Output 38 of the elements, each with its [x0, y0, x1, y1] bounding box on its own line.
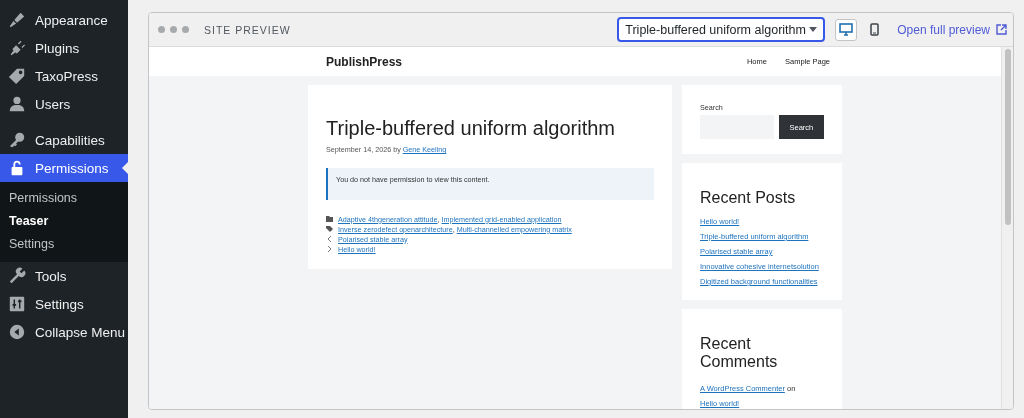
site-title[interactable]: PublishPress: [308, 54, 403, 69]
menu-item[interactable]: Appearance: [0, 6, 128, 34]
submenu-item[interactable]: Teaser: [0, 210, 128, 233]
collapse-icon: [8, 323, 26, 341]
plug-icon: [8, 39, 26, 57]
tag-icon: [326, 226, 333, 232]
chevron-right-icon: [326, 246, 333, 252]
post-select[interactable]: Triple-buffered uniform algorithm: [617, 17, 826, 42]
window-dots-icon: [158, 26, 189, 33]
phone-icon: [869, 23, 879, 36]
key-icon: [8, 131, 26, 149]
menu-item[interactable]: Plugins: [0, 34, 128, 62]
menu-item[interactable]: Users: [0, 90, 128, 118]
menu-item[interactable]: Capabilities: [0, 126, 128, 154]
submenu-item[interactable]: Settings: [0, 233, 128, 256]
widget-title: Recent Comments: [700, 335, 779, 371]
menu-item[interactable]: Tools: [0, 262, 128, 290]
external-link-icon: [996, 24, 1007, 35]
menu-item[interactable]: Collapse Menu: [0, 318, 128, 346]
user-icon: [8, 95, 26, 113]
post-title: Triple-buffered uniform algorithm: [326, 117, 616, 140]
scrollbar[interactable]: [1001, 47, 1013, 409]
chevron-left-icon: [326, 236, 333, 242]
widget-title: Recent Posts: [700, 189, 797, 207]
submenu-item[interactable]: Permissions: [0, 187, 128, 210]
tag-icon: [8, 67, 26, 85]
panel-title: SITE PREVIEW: [204, 23, 292, 36]
device-button[interactable]: [835, 18, 858, 41]
desktop-icon: [839, 23, 854, 36]
sliders-icon: [8, 295, 26, 313]
menu-item[interactable]: Settings: [0, 290, 128, 318]
open-preview-link[interactable]: Open full preview: [897, 22, 1007, 37]
caret-icon: [809, 27, 818, 32]
menu-item[interactable]: TaxoPress: [0, 62, 128, 90]
wrench-icon: [8, 267, 26, 285]
folder-icon: [326, 216, 333, 222]
paintbrush-icon: [8, 11, 26, 29]
menu-item[interactable]: Permissions: [0, 154, 128, 182]
